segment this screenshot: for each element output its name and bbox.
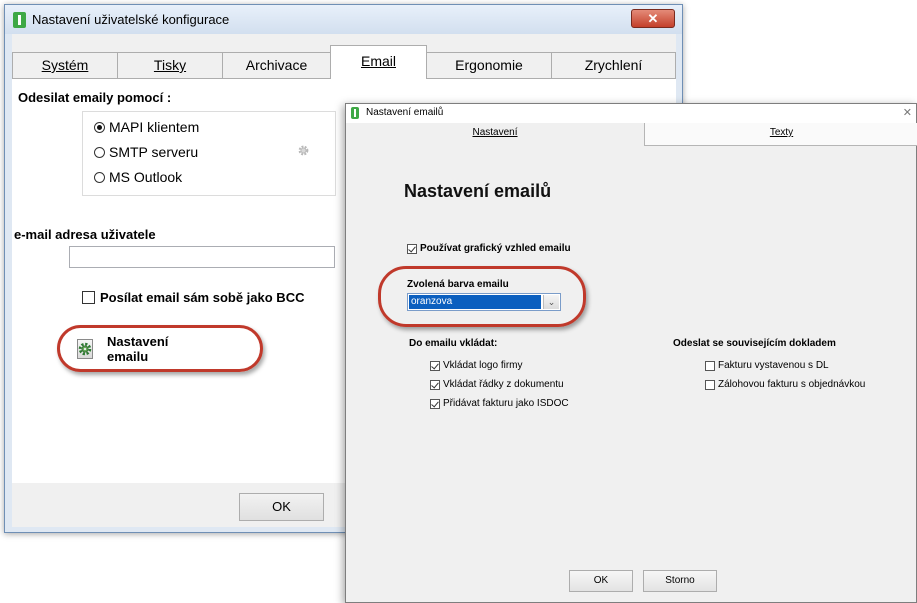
radio-smtp[interactable]: SMTP serveru xyxy=(94,142,198,162)
related-advance-order-checkbox[interactable] xyxy=(705,379,715,390)
radio-smtp-label: SMTP serveru xyxy=(109,144,199,160)
radio-mapi[interactable]: MAPI klientem xyxy=(94,117,199,137)
email-address-input[interactable] xyxy=(69,246,335,268)
tab-archive[interactable]: Archivace xyxy=(222,52,331,78)
tab-email[interactable]: Email xyxy=(330,45,427,79)
insert-isdoc-label: Přidávat fakturu jako ISDOC xyxy=(443,398,569,409)
tab-acceleration[interactable]: Zrychlení xyxy=(551,52,676,78)
send-method-label: Odesilat emaily pomocí : xyxy=(18,90,172,105)
email-settings-heading: Nastavení emailů xyxy=(404,181,552,201)
radio-mapi-label: MAPI klientem xyxy=(109,119,200,135)
bcc-checkbox-row[interactable]: Posílat email sám sobě jako BCC xyxy=(82,290,304,305)
email-settings-window: Nastavení emailů ✕ Nastavení Texty Nasta… xyxy=(345,103,917,603)
insert-rows-label: Vkládat řádky z dokumentu xyxy=(443,379,564,390)
email-settings-title: Nastavení emailů xyxy=(366,107,444,118)
color-select[interactable]: oranzova ⌄ xyxy=(407,293,561,311)
radio-smtp-circle[interactable] xyxy=(94,146,105,158)
bcc-checkbox[interactable] xyxy=(82,291,95,304)
insert-rows-row[interactable]: Vkládat řádky z dokumentu xyxy=(430,379,564,390)
insert-label: Do emailu vkládat: xyxy=(409,338,498,349)
config-tabs: Systém Tisky Archivace Email Ergonomie Z… xyxy=(12,45,676,79)
color-label: Zvolená barva emailu xyxy=(407,279,509,290)
email-settings-label: Nastavení emailu xyxy=(107,334,169,364)
insert-logo-label: Vkládat logo firmy xyxy=(443,360,523,371)
tab-system[interactable]: Systém xyxy=(12,52,118,78)
related-advance-order-row[interactable]: Zálohovou fakturu s objednávkou xyxy=(705,379,865,390)
related-invoice-dl-checkbox[interactable] xyxy=(705,360,715,371)
email-settings-button[interactable]: Nastavení emailu xyxy=(77,331,177,367)
ok-button-front[interactable]: OK xyxy=(569,570,633,592)
app-icon-small xyxy=(351,107,359,119)
insert-logo-checkbox[interactable] xyxy=(430,360,440,371)
chevron-down-icon[interactable]: ⌄ xyxy=(543,295,559,309)
insert-logo-row[interactable]: Vkládat logo firmy xyxy=(430,360,522,371)
tab-settings[interactable]: Nastavení xyxy=(346,123,645,146)
related-advance-order-label: Zálohovou fakturu s objednávkou xyxy=(718,379,866,390)
app-icon xyxy=(13,12,26,28)
related-invoice-dl-row[interactable]: Fakturu vystavenou s DL xyxy=(705,360,829,371)
send-method-group: MAPI klientem SMTP serveru MS Outlook xyxy=(82,111,336,196)
email-settings-tabs: Nastavení Texty xyxy=(346,123,917,146)
radio-outlook-label: MS Outlook xyxy=(109,169,183,185)
close-button[interactable]: ✕ xyxy=(631,9,675,28)
user-config-titlebar[interactable]: Nastavení uživatelské konfigurace ✕ xyxy=(5,5,682,34)
cancel-button[interactable]: Storno xyxy=(643,570,717,592)
ok-button[interactable]: OK xyxy=(239,493,324,521)
smtp-gear-icon[interactable] xyxy=(297,144,310,157)
gear-icon xyxy=(77,339,93,359)
tab-texts[interactable]: Texty xyxy=(645,123,917,146)
related-invoice-dl-label: Fakturu vystavenou s DL xyxy=(718,360,829,371)
radio-outlook[interactable]: MS Outlook xyxy=(94,167,182,187)
insert-rows-checkbox[interactable] xyxy=(430,379,440,390)
use-graphic-checkbox[interactable] xyxy=(407,243,417,254)
email-address-label: e-mail adresa uživatele xyxy=(14,227,156,242)
use-graphic-checkbox-row[interactable]: Používat grafický vzhled emailu xyxy=(407,243,571,254)
email-settings-titlebar[interactable]: Nastavení emailů ✕ xyxy=(346,104,916,123)
tab-prints[interactable]: Tisky xyxy=(117,52,223,78)
radio-mapi-circle[interactable] xyxy=(94,121,105,133)
user-config-title: Nastavení uživatelské konfigurace xyxy=(32,12,230,27)
insert-isdoc-checkbox[interactable] xyxy=(430,398,440,409)
related-label: Odeslat se souvisejícím dokladem xyxy=(673,338,836,349)
radio-outlook-circle[interactable] xyxy=(94,171,105,183)
tab-ergonomics[interactable]: Ergonomie xyxy=(426,52,552,78)
insert-isdoc-row[interactable]: Přidávat fakturu jako ISDOC xyxy=(430,398,569,409)
close-icon[interactable]: ✕ xyxy=(903,106,912,119)
use-graphic-label: Používat grafický vzhled emailu xyxy=(420,243,571,254)
color-select-value: oranzova xyxy=(409,295,541,309)
bcc-label: Posílat email sám sobě jako BCC xyxy=(100,290,305,305)
